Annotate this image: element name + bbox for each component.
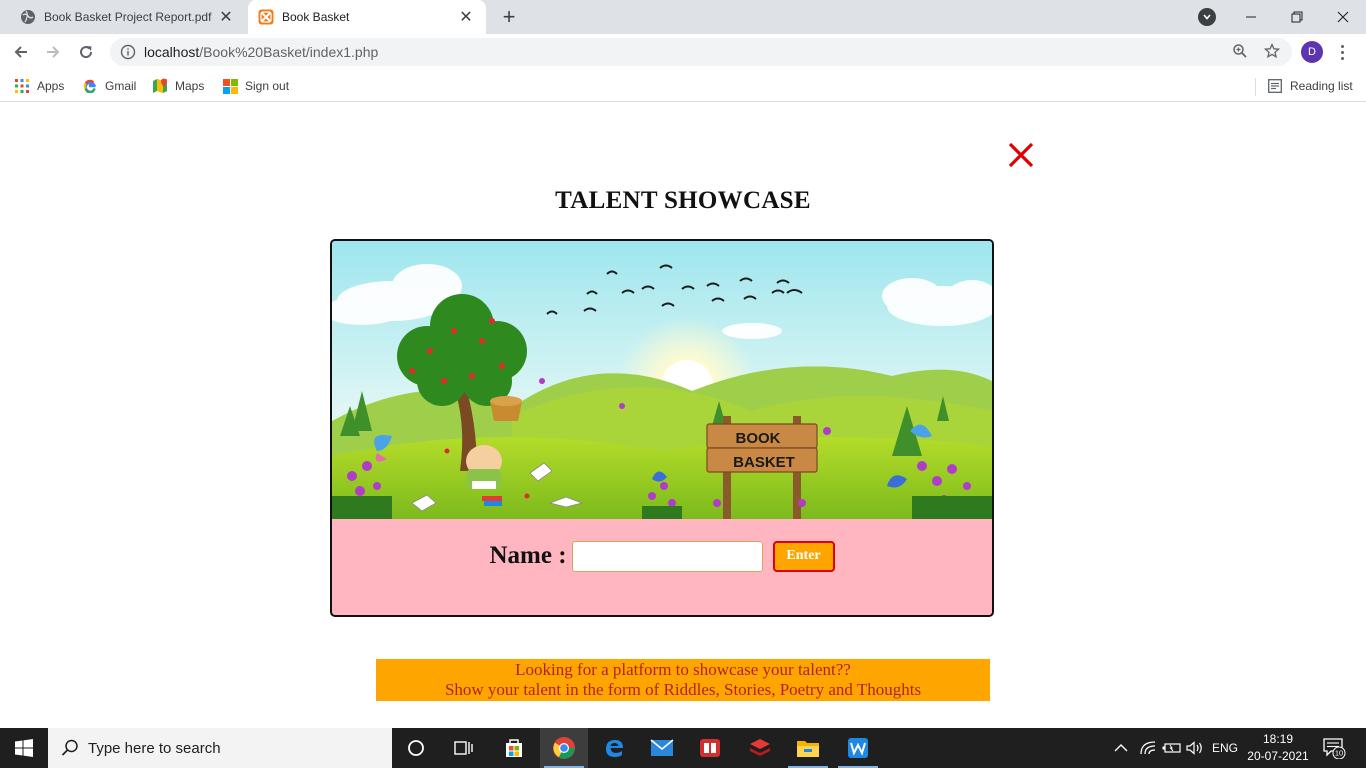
bookmark-label: Sign out [245, 79, 290, 93]
site-info-icon[interactable] [120, 44, 136, 60]
cortana-icon[interactable] [392, 728, 440, 768]
reading-list-label: Reading list [1290, 79, 1353, 93]
chrome-taskbar-icon[interactable] [540, 728, 588, 768]
file-explorer-icon[interactable] [784, 728, 832, 768]
reload-icon[interactable] [74, 40, 98, 64]
close-tab-icon[interactable]: ✕ [456, 7, 476, 27]
zoom-icon[interactable] [1229, 40, 1251, 62]
search-icon [60, 738, 80, 758]
url-text: localhost/Book%20Basket/index1.php [144, 44, 379, 60]
bookmark-maps[interactable]: Maps [152, 76, 204, 96]
taskbar-search-box[interactable]: Type here to search [48, 728, 392, 768]
name-form: Name : Enter [332, 539, 992, 573]
tab-book-basket-report[interactable]: Book Basket Project Report.pdf ✕ [8, 0, 246, 34]
close-window-icon[interactable] [1320, 0, 1366, 34]
google-g-icon [82, 78, 98, 94]
windows-taskbar: Type here to search ENG 18:19 20-07-2021… [0, 728, 1366, 768]
windows-start-icon [15, 739, 33, 757]
stack-app-icon[interactable] [736, 728, 784, 768]
bookmark-star-icon[interactable] [1261, 40, 1283, 62]
page-content: TALENT SHOWCASE BOOK BASKET Name: Enter… [0, 103, 1366, 728]
talent-card: BOOK BASKET Name: Enter [330, 239, 994, 617]
tagline-line-1: Looking for a platform to showcase your … [515, 660, 851, 679]
windows-logo-icon [222, 78, 238, 94]
browser-toolbar: localhost/Book%20Basket/index1.php D [0, 34, 1366, 70]
clock-date: 20-07-2021 [1247, 749, 1309, 763]
bookmark-apps[interactable]: Apps [14, 76, 64, 96]
bookmarks-divider [1255, 78, 1256, 96]
sign-text-basket: BASKET [733, 454, 795, 471]
maps-icon [152, 78, 168, 94]
volume-icon[interactable] [1186, 728, 1204, 768]
mail-icon[interactable] [638, 728, 686, 768]
bookmarks-bar: Apps Gmail Maps Sign out Reading list [0, 70, 1366, 102]
bookmark-label: Apps [37, 79, 65, 93]
show-hidden-icons-chevron[interactable] [1114, 728, 1128, 768]
wps-office-icon[interactable] [834, 728, 882, 768]
new-tab-button[interactable]: + [498, 6, 520, 28]
battery-icon[interactable] [1162, 728, 1182, 768]
apps-grid-icon [14, 78, 30, 94]
minimize-icon[interactable] [1228, 0, 1274, 34]
tagline-line-2: Show your talent in the form of Riddles,… [444, 680, 922, 699]
restore-icon[interactable] [1274, 0, 1320, 34]
tab-strip: Book Basket Project Report.pdf ✕ Book Ba… [0, 0, 1366, 34]
tagline-banner: Looking for a platform to showcase your … [376, 659, 990, 701]
notification-center-icon[interactable]: 10 [1322, 728, 1346, 768]
forward-arrow-icon[interactable] [41, 40, 65, 64]
tab-book-basket[interactable]: Book Basket ✕ [248, 0, 486, 34]
enter-button[interactable]: Enter [772, 540, 835, 572]
name-input[interactable] [571, 540, 763, 572]
profile-avatar[interactable]: D [1301, 41, 1323, 63]
bookmark-label: Gmail [105, 79, 137, 93]
bookmark-label: Maps [175, 79, 205, 93]
wifi-icon[interactable] [1140, 728, 1156, 768]
globe-icon [20, 9, 36, 25]
reading-list-button[interactable]: Reading list [1267, 76, 1353, 96]
back-arrow-icon[interactable] [9, 40, 33, 64]
close-icon[interactable] [1005, 139, 1037, 171]
store-icon[interactable] [490, 728, 538, 768]
name-label: Name : [489, 542, 567, 569]
clock-time: 18:19 [1262, 732, 1294, 746]
close-tab-icon[interactable]: ✕ [216, 7, 236, 27]
sign-text-book: BOOK [736, 430, 781, 447]
bookmark-sign-out[interactable]: Sign out [222, 76, 289, 96]
reader-app-icon[interactable] [686, 728, 734, 768]
address-bar[interactable]: localhost/Book%20Basket/index1.php [110, 38, 1292, 66]
browser-menu-icon[interactable] [1334, 41, 1350, 63]
task-view-icon[interactable] [440, 728, 488, 768]
language-indicator[interactable]: ENG [1212, 728, 1238, 768]
search-placeholder: Type here to search [88, 739, 221, 757]
start-button[interactable] [0, 728, 48, 768]
tab-title: Book Basket Project Report.pdf [44, 10, 212, 24]
taskbar-clock[interactable]: 18:19 20-07-2021 [1244, 731, 1312, 765]
tab-search-icon[interactable] [1198, 8, 1216, 26]
xampp-icon [258, 9, 274, 25]
page-title: TALENT SHOWCASE [555, 187, 811, 214]
bookmark-gmail[interactable]: Gmail [82, 76, 136, 96]
banner-illustration: BOOK BASKET [332, 241, 992, 519]
notification-count: 10 [1335, 749, 1343, 758]
edge-icon[interactable] [590, 728, 638, 768]
tab-title: Book Basket [282, 10, 350, 24]
reading-list-icon [1267, 78, 1283, 94]
